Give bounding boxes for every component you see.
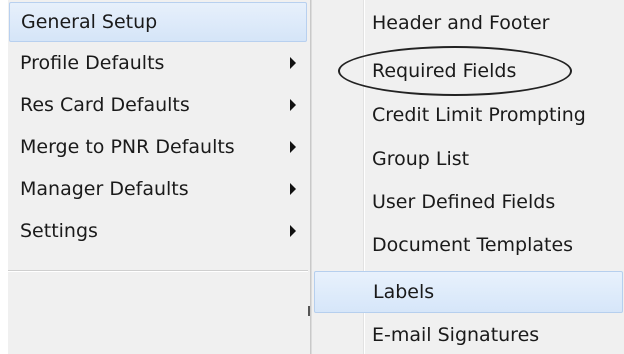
menu-item-label: Profile Defaults <box>20 52 165 74</box>
submenu-item-user-defined-fields[interactable]: User Defined Fields <box>312 181 624 223</box>
menu-item-label: General Setup <box>21 11 158 33</box>
submenu-item-group-list[interactable]: Group List <box>312 138 624 180</box>
menu-item-profile-defaults[interactable]: Profile Defaults <box>8 42 308 84</box>
general-setup-submenu: Header and Footer Required Fields Credit… <box>311 0 624 354</box>
submenu-item-label: Labels <box>373 281 435 303</box>
submenu-item-label: User Defined Fields <box>372 191 556 213</box>
submenu-item-label: Group List <box>372 148 470 170</box>
menu-item-label: Manager Defaults <box>20 178 189 200</box>
cursor-tick <box>308 306 310 316</box>
submenu-arrow-icon <box>290 141 296 153</box>
general-setup-menu: General Setup Profile Defaults Res Card … <box>8 0 311 354</box>
submenu-item-label: Required Fields <box>372 60 517 82</box>
menu-item-merge-to-pnr-defaults[interactable]: Merge to PNR Defaults <box>8 126 308 168</box>
submenu-arrow-icon <box>290 57 296 69</box>
submenu-item-label: E-mail Signatures <box>372 324 540 346</box>
submenu-arrow-icon <box>290 225 296 237</box>
menu-item-label: Res Card Defaults <box>20 94 190 116</box>
submenu-item-email-signatures[interactable]: E-mail Signatures <box>312 314 624 354</box>
menu-item-label: Merge to PNR Defaults <box>20 136 235 158</box>
submenu-item-required-fields[interactable]: Required Fields <box>312 50 624 92</box>
menu-item-manager-defaults[interactable]: Manager Defaults <box>8 168 308 210</box>
menu-item-res-card-defaults[interactable]: Res Card Defaults <box>8 84 308 126</box>
menu-item-general-setup[interactable]: General Setup <box>9 2 307 42</box>
submenu-item-header-and-footer[interactable]: Header and Footer <box>312 2 624 44</box>
menu-bottom-edge-highlight <box>8 271 308 272</box>
submenu-item-label: Header and Footer <box>372 12 550 34</box>
submenu-item-labels[interactable]: Labels <box>314 271 623 313</box>
menu-screenshot: General Setup Profile Defaults Res Card … <box>0 0 624 354</box>
submenu-item-credit-limit-prompting[interactable]: Credit Limit Prompting <box>312 94 624 136</box>
submenu-item-label: Document Templates <box>372 234 574 256</box>
menu-item-label: Settings <box>20 220 98 242</box>
submenu-arrow-icon <box>290 99 296 111</box>
submenu-item-document-templates[interactable]: Document Templates <box>312 224 624 266</box>
submenu-item-label: Credit Limit Prompting <box>372 104 586 126</box>
submenu-arrow-icon <box>290 183 296 195</box>
menu-item-settings[interactable]: Settings <box>8 210 308 252</box>
